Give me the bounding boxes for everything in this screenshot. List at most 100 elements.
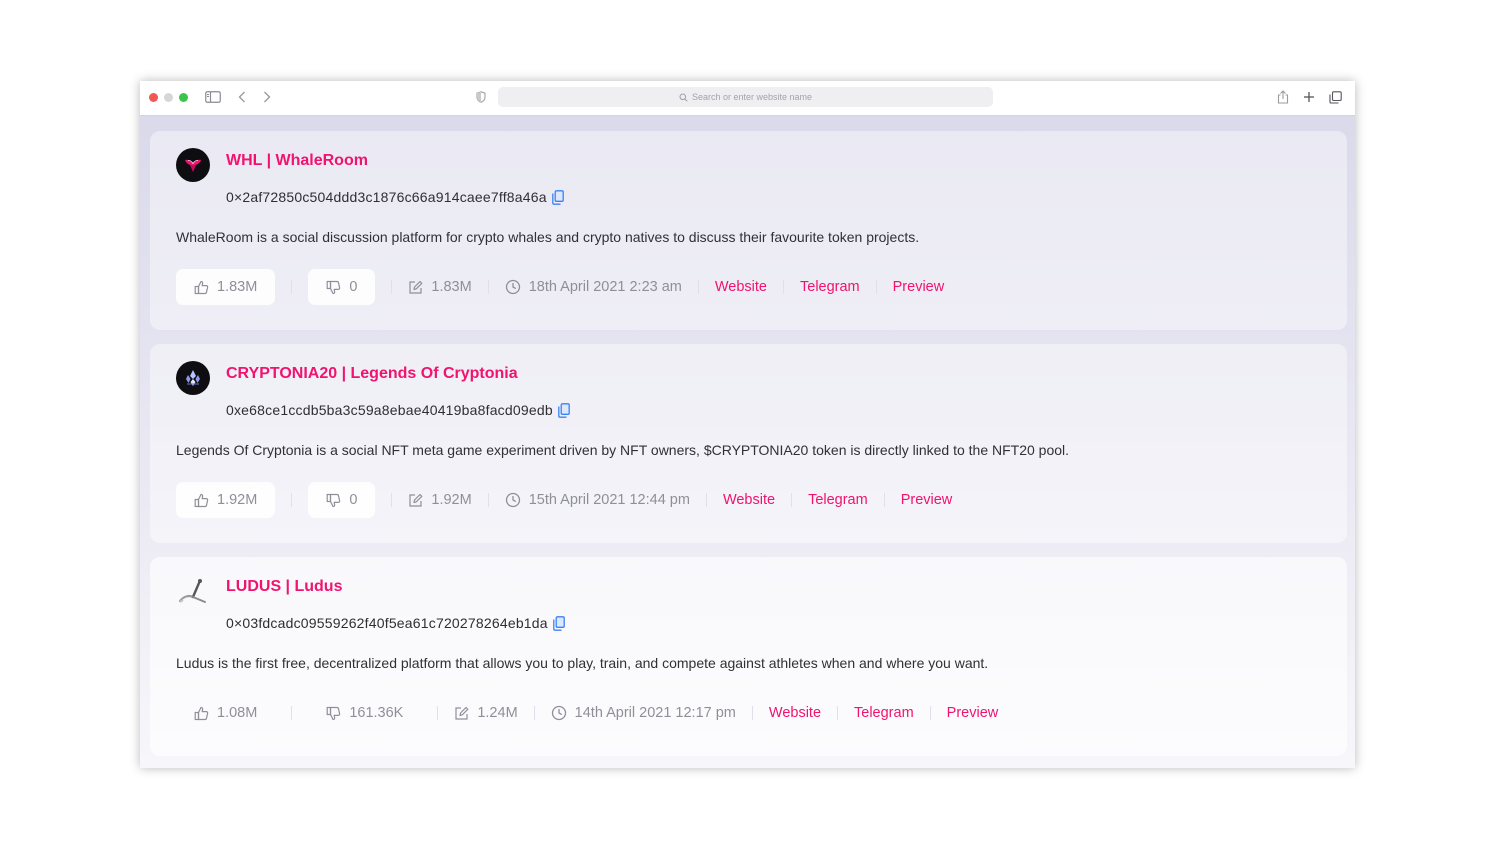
website-link[interactable]: Website <box>769 705 821 721</box>
divider <box>837 706 839 720</box>
divider <box>875 280 877 294</box>
contract-address: 0×03fdcadc09559262f40f5ea61c720278264eb1… <box>226 615 565 631</box>
divider <box>487 280 489 294</box>
thumbs-up-icon <box>194 493 209 508</box>
token-description: WhaleRoom is a social discussion platfor… <box>176 229 920 245</box>
divider <box>929 706 931 720</box>
edit-count: 1.24M <box>477 705 518 721</box>
new-tab-plus-icon[interactable] <box>1302 87 1316 107</box>
token-title[interactable]: LUDUS | Ludus <box>226 578 342 596</box>
edit-icon <box>454 706 469 721</box>
edit-count: 1.83M <box>431 279 472 295</box>
preview-link[interactable]: Preview <box>947 705 999 721</box>
telegram-link[interactable]: Telegram <box>854 705 914 721</box>
address-placeholder: Search or enter website name <box>691 92 813 102</box>
token-description: Legends Of Cryptonia is a social NFT met… <box>176 442 1070 458</box>
share-icon[interactable] <box>1276 87 1290 107</box>
date-text: 18th April 2021 2:23 am <box>528 279 682 295</box>
like-button[interactable]: 1.08M <box>176 695 275 731</box>
website-link[interactable]: Website <box>723 492 775 508</box>
divider <box>751 706 753 720</box>
whaleroom-logo-icon <box>176 148 210 182</box>
divider <box>391 493 393 507</box>
dislike-count: 0 <box>349 279 358 295</box>
copy-icon[interactable] <box>551 189 564 205</box>
date-stat: 15th April 2021 12:44 pm <box>505 492 690 508</box>
preview-link[interactable]: Preview <box>901 492 953 508</box>
divider <box>437 706 439 720</box>
thumbs-down-icon <box>326 280 341 295</box>
date-text: 15th April 2021 12:44 pm <box>528 492 690 508</box>
minimize-window-button[interactable] <box>164 93 173 102</box>
divider <box>883 493 885 507</box>
token-title[interactable]: CRYPTONIA20 | Legends Of Cryptonia <box>226 365 518 383</box>
edit-icon <box>408 493 423 508</box>
thumbs-down-icon <box>326 706 341 721</box>
like-count: 1.83M <box>217 279 258 295</box>
edit-icon <box>408 280 423 295</box>
like-button[interactable]: 1.83M <box>176 269 276 305</box>
contract-address: 0xe68ce1ccdb5ba3c59a8ebae40419ba8facd09e… <box>226 402 570 418</box>
edit-stat: 1.92M <box>408 492 472 508</box>
thumbs-down-icon <box>326 493 341 508</box>
like-count: 1.08M <box>217 705 258 721</box>
copy-icon[interactable] <box>557 402 570 418</box>
browser-window: Search or enter website name WHL | Whale… <box>140 81 1355 768</box>
token-card: CRYPTONIA20 | Legends Of Cryptonia 0xe68… <box>150 344 1347 543</box>
ludus-logo-icon <box>176 574 210 608</box>
token-title[interactable]: WHL | WhaleRoom <box>226 152 368 170</box>
edit-stat: 1.83M <box>408 279 472 295</box>
divider <box>391 280 393 294</box>
like-count: 1.92M <box>217 492 258 508</box>
contract-address-text: 0×03fdcadc09559262f40f5ea61c720278264eb1… <box>226 615 548 631</box>
like-button[interactable]: 1.92M <box>176 482 276 518</box>
dislike-count: 0 <box>349 492 358 508</box>
token-actions: 1.08M 161.36K 1.24M 14th April 2021 12:1… <box>176 695 998 731</box>
dislike-button[interactable]: 0 <box>308 482 376 518</box>
divider <box>291 706 293 720</box>
divider <box>783 280 784 294</box>
token-actions: 1.83M 0 1.83M 18th April 2021 2:23 am We… <box>176 269 944 305</box>
divider <box>533 706 535 720</box>
edit-count: 1.92M <box>431 492 472 508</box>
token-card: LUDUS | Ludus 0×03fdcadc09559262f40f5ea6… <box>150 557 1347 756</box>
thumbs-up-icon <box>194 706 209 721</box>
privacy-shield-icon[interactable] <box>474 87 488 107</box>
divider <box>487 493 489 507</box>
browser-toolbar: Search or enter website name <box>140 81 1355 116</box>
forward-arrow-icon[interactable] <box>260 87 274 107</box>
maximize-window-button[interactable] <box>179 93 188 102</box>
token-description: Ludus is the first free, decentralized p… <box>176 655 989 671</box>
divider <box>291 493 293 507</box>
address-bar[interactable]: Search or enter website name <box>498 87 993 107</box>
date-stat: 14th April 2021 12:17 pm <box>551 705 736 721</box>
contract-address-text: 0xe68ce1ccdb5ba3c59a8ebae40419ba8facd09e… <box>226 402 553 418</box>
telegram-link[interactable]: Telegram <box>808 492 868 508</box>
close-window-button[interactable] <box>149 93 158 102</box>
dislike-count: 161.36K <box>349 705 404 721</box>
clock-icon <box>505 492 521 508</box>
dislike-button[interactable]: 0 <box>308 269 376 305</box>
clock-icon <box>551 705 567 721</box>
contract-address: 0×2af72850c504ddd3c1876c66a914caee7ff8a4… <box>226 189 564 205</box>
copy-icon[interactable] <box>552 615 565 631</box>
date-stat: 18th April 2021 2:23 am <box>505 279 682 295</box>
thumbs-up-icon <box>194 280 209 295</box>
date-text: 14th April 2021 12:17 pm <box>574 705 736 721</box>
divider <box>705 493 707 507</box>
clock-icon <box>505 279 521 295</box>
token-actions: 1.92M 0 1.92M 15th April 2021 12:44 pm W… <box>176 482 952 518</box>
telegram-link[interactable]: Telegram <box>800 279 860 295</box>
cryptonia-logo-icon <box>176 361 210 395</box>
sidebar-toggle-icon[interactable] <box>204 87 222 107</box>
divider <box>791 493 793 507</box>
contract-address-text: 0×2af72850c504ddd3c1876c66a914caee7ff8a4… <box>226 189 547 205</box>
edit-stat: 1.24M <box>454 705 518 721</box>
website-link[interactable]: Website <box>715 279 767 295</box>
dislike-button[interactable]: 161.36K <box>308 695 421 731</box>
tab-overview-icon[interactable] <box>1328 87 1342 107</box>
divider <box>291 280 293 294</box>
search-icon <box>679 93 688 102</box>
preview-link[interactable]: Preview <box>893 279 945 295</box>
back-arrow-icon[interactable] <box>235 87 249 107</box>
